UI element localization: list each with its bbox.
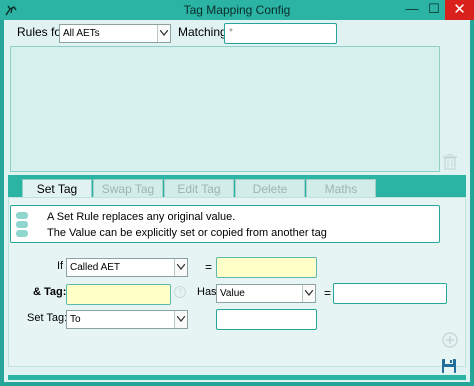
equals-label: = — [205, 260, 213, 274]
chevron-down-icon — [174, 311, 187, 328]
has-value: Value — [220, 288, 245, 299]
set-tag-select[interactable]: To — [66, 310, 188, 329]
info-icon — [15, 211, 29, 239]
chevron-down-icon — [174, 259, 187, 276]
help-icon[interactable]: ? — [174, 286, 186, 298]
tab-delete[interactable]: Delete — [235, 179, 305, 199]
tab-maths[interactable]: Maths — [306, 179, 376, 199]
if-match-input[interactable] — [216, 257, 317, 278]
chevron-down-icon — [302, 285, 315, 302]
rules-list[interactable] — [10, 46, 440, 172]
has-label: Has — [197, 286, 217, 298]
set-value-input[interactable] — [216, 309, 317, 330]
minimize-button[interactable]: — — [401, 0, 423, 20]
tab-set-tag[interactable]: Set Tag — [22, 179, 92, 199]
maximize-button[interactable]: ☐ — [423, 0, 445, 20]
tab-swap-tag[interactable]: Swap Tag — [93, 179, 163, 199]
matching-label: Matching — [178, 25, 227, 39]
has-select[interactable]: Value — [216, 284, 316, 303]
chevron-down-icon — [157, 25, 170, 42]
info-line-2: The Value can be explicitly set or copie… — [47, 227, 327, 239]
equals-label: = — [324, 286, 332, 300]
set-tag-value: To — [70, 314, 81, 325]
if-select[interactable]: Called AET — [66, 258, 188, 277]
add-icon[interactable] — [442, 332, 458, 348]
if-value: Called AET — [70, 262, 121, 273]
status-band — [8, 375, 466, 380]
tab-edit-tag[interactable]: Edit Tag — [164, 179, 234, 199]
if-label: If — [57, 260, 64, 272]
set-tag-label: Set Tag: — [27, 312, 68, 324]
close-button[interactable]: ✕ — [445, 0, 474, 20]
rules-for-select[interactable]: All AETs — [59, 24, 171, 43]
client-area: Rules for All AETs Matching * Set Tag Sw… — [4, 20, 470, 382]
save-icon[interactable] — [441, 358, 457, 374]
info-line-1: A Set Rule replaces any original value. — [47, 211, 236, 223]
and-tag-label: & Tag: — [33, 286, 67, 298]
rules-for-label: Rules for — [17, 25, 66, 39]
and-tag-input[interactable] — [66, 284, 171, 305]
title-bar[interactable]: Tag Mapping Config — ☐ ✕ — [0, 0, 474, 20]
matching-input[interactable]: * — [224, 23, 337, 44]
rules-for-value: All AETs — [63, 28, 100, 39]
trash-icon[interactable] — [443, 154, 457, 170]
has-match-input[interactable] — [333, 283, 447, 304]
